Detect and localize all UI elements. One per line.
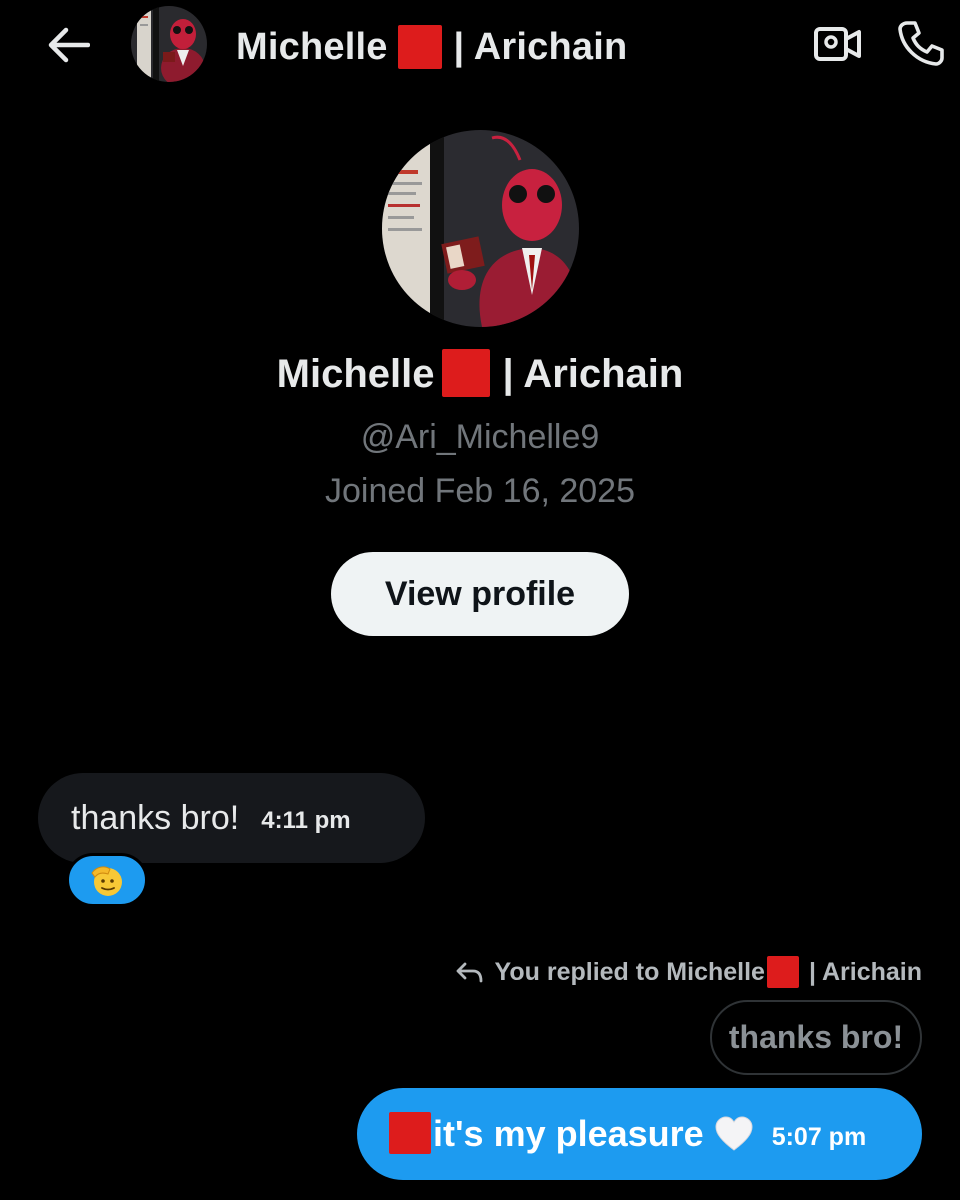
outgoing-message-bubble[interactable]: it's my pleasure 5:07 pm — [357, 1088, 922, 1180]
red-square-emoji — [397, 25, 442, 69]
header-avatar[interactable] — [131, 6, 207, 82]
outgoing-message-text: it's my pleasure — [433, 1113, 704, 1154]
white-heart-emoji — [714, 1116, 754, 1152]
profile-name: Michelle | Arichain — [0, 349, 960, 398]
back-button[interactable] — [40, 20, 96, 70]
dm-conversation-screen: Michelle | Arichain Michelle | Arichain … — [0, 0, 960, 1200]
message-reaction[interactable] — [66, 853, 148, 907]
profile-name-text: Michelle — [276, 352, 435, 396]
red-square-emoji — [389, 1112, 431, 1154]
reply-context-prefix: You replied to Michelle — [494, 957, 765, 986]
red-square-emoji — [442, 349, 491, 398]
header-name: Michelle — [236, 25, 388, 68]
conversation-header: Michelle | Arichain — [0, 0, 960, 96]
reply-context: You replied to Michelle | Arichain — [455, 952, 922, 992]
outgoing-message-time: 5:07 pm — [771, 1122, 867, 1151]
saluting-face-emoji — [91, 866, 122, 896]
header-title: Michelle | Arichain — [236, 22, 627, 72]
phone-icon — [898, 21, 944, 66]
incoming-message-text: thanks bro! — [71, 798, 240, 837]
profile-handle: @Ari_Michelle9 — [360, 418, 600, 456]
video-call-button[interactable] — [810, 18, 866, 70]
view-profile-button[interactable]: View profile — [331, 552, 629, 636]
incoming-message-time: 4:11 pm — [261, 807, 351, 834]
quoted-message[interactable]: thanks bro! — [710, 1000, 922, 1075]
incoming-message-bubble[interactable]: thanks bro! 4:11 pm — [38, 773, 425, 863]
ant-avatar-image — [131, 6, 207, 82]
arrow-left-icon — [48, 27, 90, 63]
profile-name-suffix: | Arichain — [502, 352, 684, 396]
video-camera-icon — [814, 27, 861, 61]
red-square-emoji — [766, 956, 799, 988]
ant-avatar-image — [382, 130, 579, 327]
header-name-suffix: | Arichain — [453, 25, 628, 68]
profile-avatar[interactable] — [382, 130, 579, 327]
voice-call-button[interactable] — [892, 14, 950, 72]
reply-context-suffix: | Arichain — [808, 957, 922, 986]
profile-joined-date: Joined Feb 16, 2025 — [324, 472, 636, 510]
reply-arrow-icon — [455, 960, 483, 984]
